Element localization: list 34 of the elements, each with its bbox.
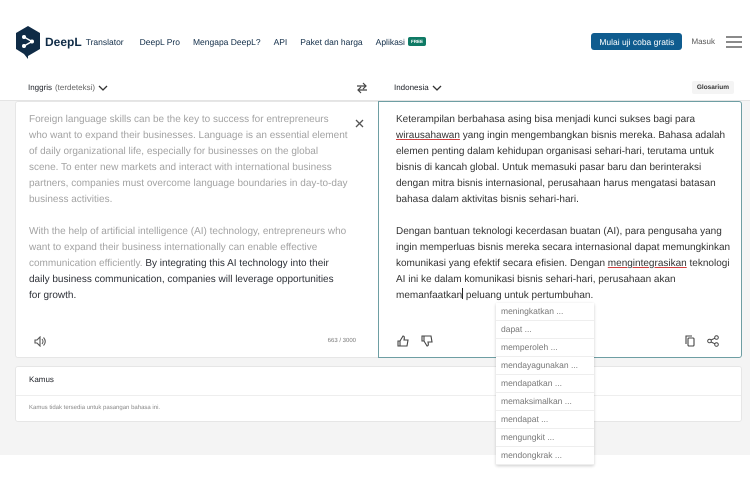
target-language-select[interactable]: Indonesia [394, 83, 442, 92]
translation-text[interactable]: Keterampilan berbahasa asing bisa menjadi kunci sukses bagi para wirausahawan yang ingin mengembangkan bisnis mereka. Bahasa adalah elemen penting dalam kehidupan organisasi sehari-hari, terutama untuk bisnis di kancah global. Untuk memasuki pasar baru dan berinteraksi dengan mitra bisnis internasional, perusahaan harus mengatasi batasan bahasa dalam aktivitas bisnis sehari-hari. [396, 112, 735, 208]
nav-link[interactable]: Mengapa DeepL? [192, 36, 261, 46]
alternative-option[interactable]: mendapat ... [496, 411, 594, 429]
logo-icon[interactable] [15, 24, 41, 58]
source-language-select[interactable]: Inggris (terdeteksi) [28, 83, 108, 92]
menu-icon[interactable] [726, 36, 742, 48]
login-link[interactable]: Masuk [691, 37, 715, 46]
logo-text[interactable]: DeepL [45, 34, 82, 48]
alternative-option[interactable]: mendongkrak ... [496, 447, 594, 465]
alternative-option[interactable]: mendapatkan ... [496, 375, 594, 393]
alternative-option[interactable]: meningkatkan ... [496, 303, 594, 321]
nav-link[interactable]: Paket dan harga [300, 36, 363, 46]
speaker-icon[interactable] [34, 336, 46, 346]
source-text[interactable]: With the help of artificial intelligence (AI) technology, entrepreneurs who want to expand their business internationally can enable effective communication efficiently. By integrating this AI technology into their daily business communication, companies will leverage opportunities for growth. [29, 224, 348, 304]
alternative-option[interactable]: mengungkit ... [496, 429, 594, 447]
nav-link[interactable]: API [274, 36, 288, 46]
alternative-option[interactable]: dapat ... [496, 321, 594, 339]
nav-link[interactable]: DeepL Pro [140, 36, 180, 46]
chevron-down-icon [432, 84, 442, 92]
translation-text[interactable]: Dengan bantuan teknologi kecerdasan buatan (AI), para pengusaha yang ingin memperluas bisnis mereka secara internasional dapat memungkinkan komunikasi yang efektif secara efisien. Dengan mengintegrasikan teknologi AI ini ke dalam komunikasi bisnis sehari-hari, perusahaan akan memanfaatkan peluang untuk pertumbuhan. [396, 224, 735, 304]
close-icon[interactable] [355, 119, 364, 128]
alternative-option[interactable]: mendayagunakan ... [496, 357, 594, 375]
swap-icon[interactable] [356, 82, 368, 94]
nav-link[interactable]: Aplikasi [376, 36, 405, 46]
thumbs-up-icon[interactable] [397, 335, 409, 347]
copy-icon[interactable] [685, 335, 695, 347]
alternative-option[interactable]: memperoleh ... [496, 339, 594, 357]
thumbs-down-icon[interactable] [421, 335, 433, 347]
trial-button[interactable]: Mulai uji coba gratis [591, 33, 682, 50]
share-icon[interactable] [707, 335, 719, 347]
alternative-option[interactable]: memaksimalkan ... [496, 393, 594, 411]
chevron-down-icon [98, 84, 108, 92]
product-name: Translator [86, 36, 124, 46]
